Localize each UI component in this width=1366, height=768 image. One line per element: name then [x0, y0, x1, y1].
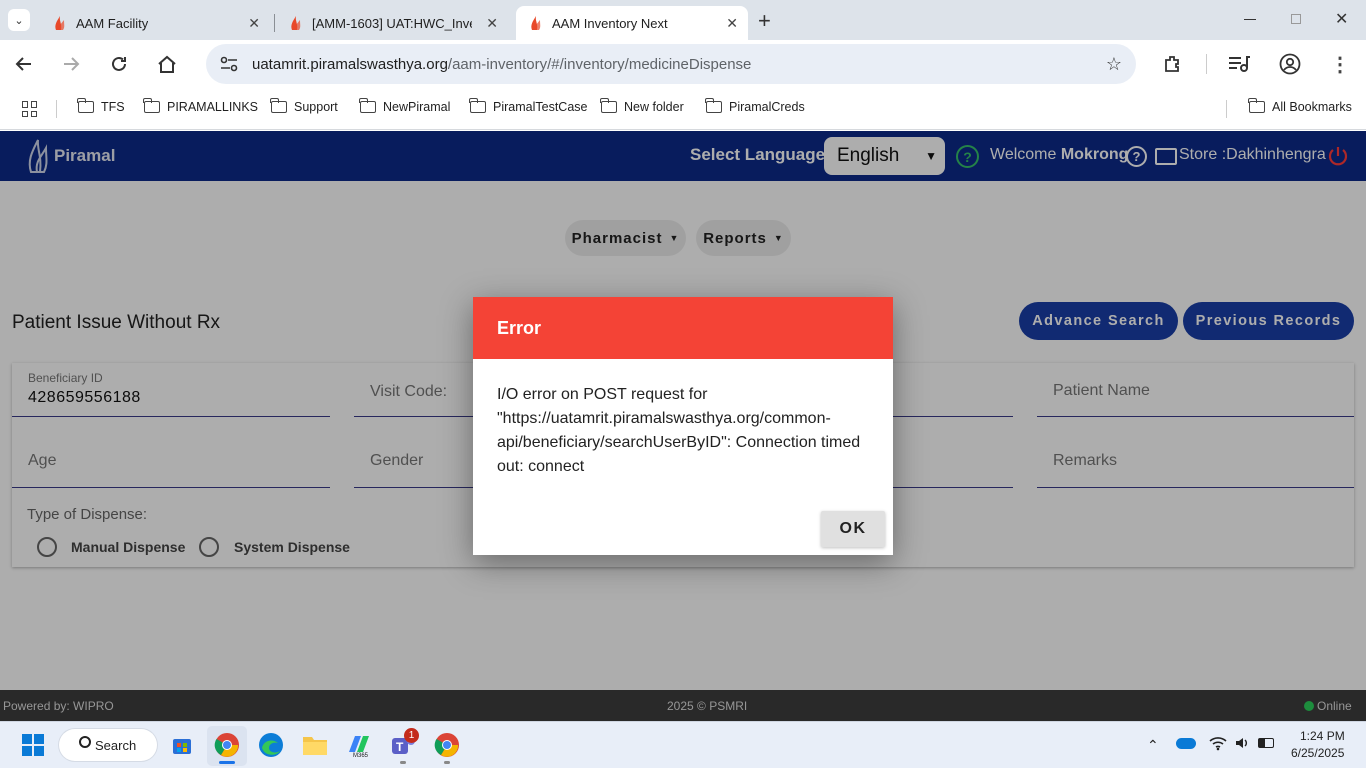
toolbar-divider — [1206, 54, 1207, 74]
bookmarks-bar: TFS PIRAMALLINKS Support NewPiramal Pira… — [0, 88, 1366, 130]
folder-icon — [705, 98, 722, 113]
clock-time[interactable]: 1:24 PM — [1300, 729, 1345, 743]
tab-title: AAM Facility — [76, 15, 149, 31]
m365-icon[interactable]: M365 — [345, 731, 373, 759]
ok-button[interactable]: OK — [821, 511, 885, 547]
dialog-header: Error — [473, 297, 893, 359]
piramal-favicon-icon — [288, 15, 304, 31]
dialog-title: Error — [497, 317, 542, 338]
bookmark-folder[interactable]: PIRAMALLINKS — [143, 98, 258, 114]
url-host: uatamrit.piramalswasthya.org — [252, 55, 448, 73]
folder-icon — [1248, 98, 1265, 113]
bookmark-folder[interactable]: Support — [270, 98, 338, 114]
bookmarks-divider — [1226, 100, 1227, 118]
folder-icon — [600, 98, 617, 113]
bookmark-folder[interactable]: PiramalTestCase — [469, 98, 587, 114]
svg-text:T: T — [396, 740, 404, 754]
menu-kebab-icon[interactable]: ⋮ — [1328, 52, 1352, 76]
close-icon[interactable]: ✕ — [726, 15, 738, 32]
tab-title: [AMM-1603] UAT:HWC_Inve — [312, 15, 472, 31]
svg-text:M365: M365 — [353, 753, 369, 758]
taskbar-search[interactable]: Search — [59, 729, 157, 761]
wifi-icon[interactable] — [1209, 735, 1227, 756]
chrome-icon[interactable] — [433, 731, 461, 759]
tab-separator — [274, 14, 275, 32]
clock-date[interactable]: 6/25/2025 — [1291, 746, 1344, 760]
browser-tab[interactable]: AAM Facility ✕ — [40, 6, 270, 40]
file-explorer-icon[interactable] — [301, 731, 329, 759]
new-tab-button[interactable]: + — [758, 8, 771, 34]
onedrive-icon[interactable] — [1176, 738, 1196, 749]
piramal-favicon-icon — [528, 15, 544, 31]
apps-grid-icon[interactable] — [22, 101, 38, 117]
extensions-icon[interactable] — [1161, 52, 1185, 76]
all-bookmarks[interactable]: All Bookmarks — [1248, 98, 1352, 114]
folder-icon — [469, 98, 486, 113]
edge-icon[interactable] — [257, 731, 285, 759]
forward-icon[interactable] — [59, 52, 83, 76]
restore-icon[interactable] — [1291, 14, 1301, 24]
store-app-icon[interactable] — [168, 731, 196, 759]
browser-tab-active[interactable]: AAM Inventory Next ✕ — [516, 6, 748, 40]
home-icon[interactable] — [155, 52, 179, 76]
back-icon[interactable] — [12, 52, 36, 76]
browser-tab-bar: ⌄ AAM Facility ✕ [AMM-1603] UAT:HWC_Inve… — [0, 0, 1366, 40]
piramal-favicon-icon — [52, 15, 68, 31]
close-icon[interactable]: ✕ — [248, 15, 260, 32]
search-icon — [79, 736, 91, 748]
folder-icon — [77, 98, 94, 113]
active-indicator — [219, 761, 235, 764]
browser-toolbar: uatamrit.piramalswasthya.org/aam-invento… — [0, 40, 1366, 88]
running-indicator — [444, 761, 450, 764]
windows-start-icon[interactable] — [19, 731, 47, 759]
folder-icon — [143, 98, 160, 113]
bookmarks-divider — [56, 100, 57, 118]
battery-icon[interactable] — [1258, 738, 1274, 748]
volume-icon[interactable] — [1234, 735, 1250, 756]
tab-title: AAM Inventory Next — [552, 15, 668, 31]
reload-icon[interactable] — [107, 52, 131, 76]
chevron-up-icon[interactable]: ⌃ — [1147, 737, 1159, 754]
bookmark-folder[interactable]: NewPiramal — [359, 98, 450, 114]
close-icon[interactable]: ✕ — [486, 15, 498, 32]
folder-icon — [270, 98, 287, 113]
close-window-icon[interactable]: ✕ — [1335, 9, 1348, 29]
error-dialog: Error I/O error on POST request for "htt… — [473, 297, 893, 555]
site-settings-icon[interactable] — [220, 56, 238, 72]
bookmark-folder[interactable]: PiramalCreds — [705, 98, 805, 114]
bookmark-folder[interactable]: TFS — [77, 98, 125, 114]
dialog-message: I/O error on POST request for "https://u… — [497, 386, 861, 475]
bookmark-star-icon[interactable]: ☆ — [1106, 54, 1122, 75]
teams-badge: 1 — [404, 728, 419, 743]
address-bar[interactable]: uatamrit.piramalswasthya.org/aam-invento… — [206, 44, 1136, 84]
tab-search-icon[interactable]: ⌄ — [8, 9, 30, 31]
browser-tab[interactable]: [AMM-1603] UAT:HWC_Inve ✕ — [276, 6, 508, 40]
running-indicator — [400, 761, 406, 764]
chrome-icon[interactable] — [213, 731, 241, 759]
url-path: /aam-inventory/#/inventory/medicineDispe… — [447, 55, 752, 73]
folder-icon — [359, 98, 376, 113]
bookmark-folder[interactable]: New folder — [600, 98, 684, 114]
minimize-icon[interactable] — [1244, 19, 1256, 20]
profile-icon[interactable] — [1278, 52, 1302, 76]
windows-taskbar: Search M365 T 1 ⌃ 1:24 PM 6/25/2025 — [0, 721, 1366, 768]
media-control-icon[interactable] — [1227, 52, 1251, 76]
